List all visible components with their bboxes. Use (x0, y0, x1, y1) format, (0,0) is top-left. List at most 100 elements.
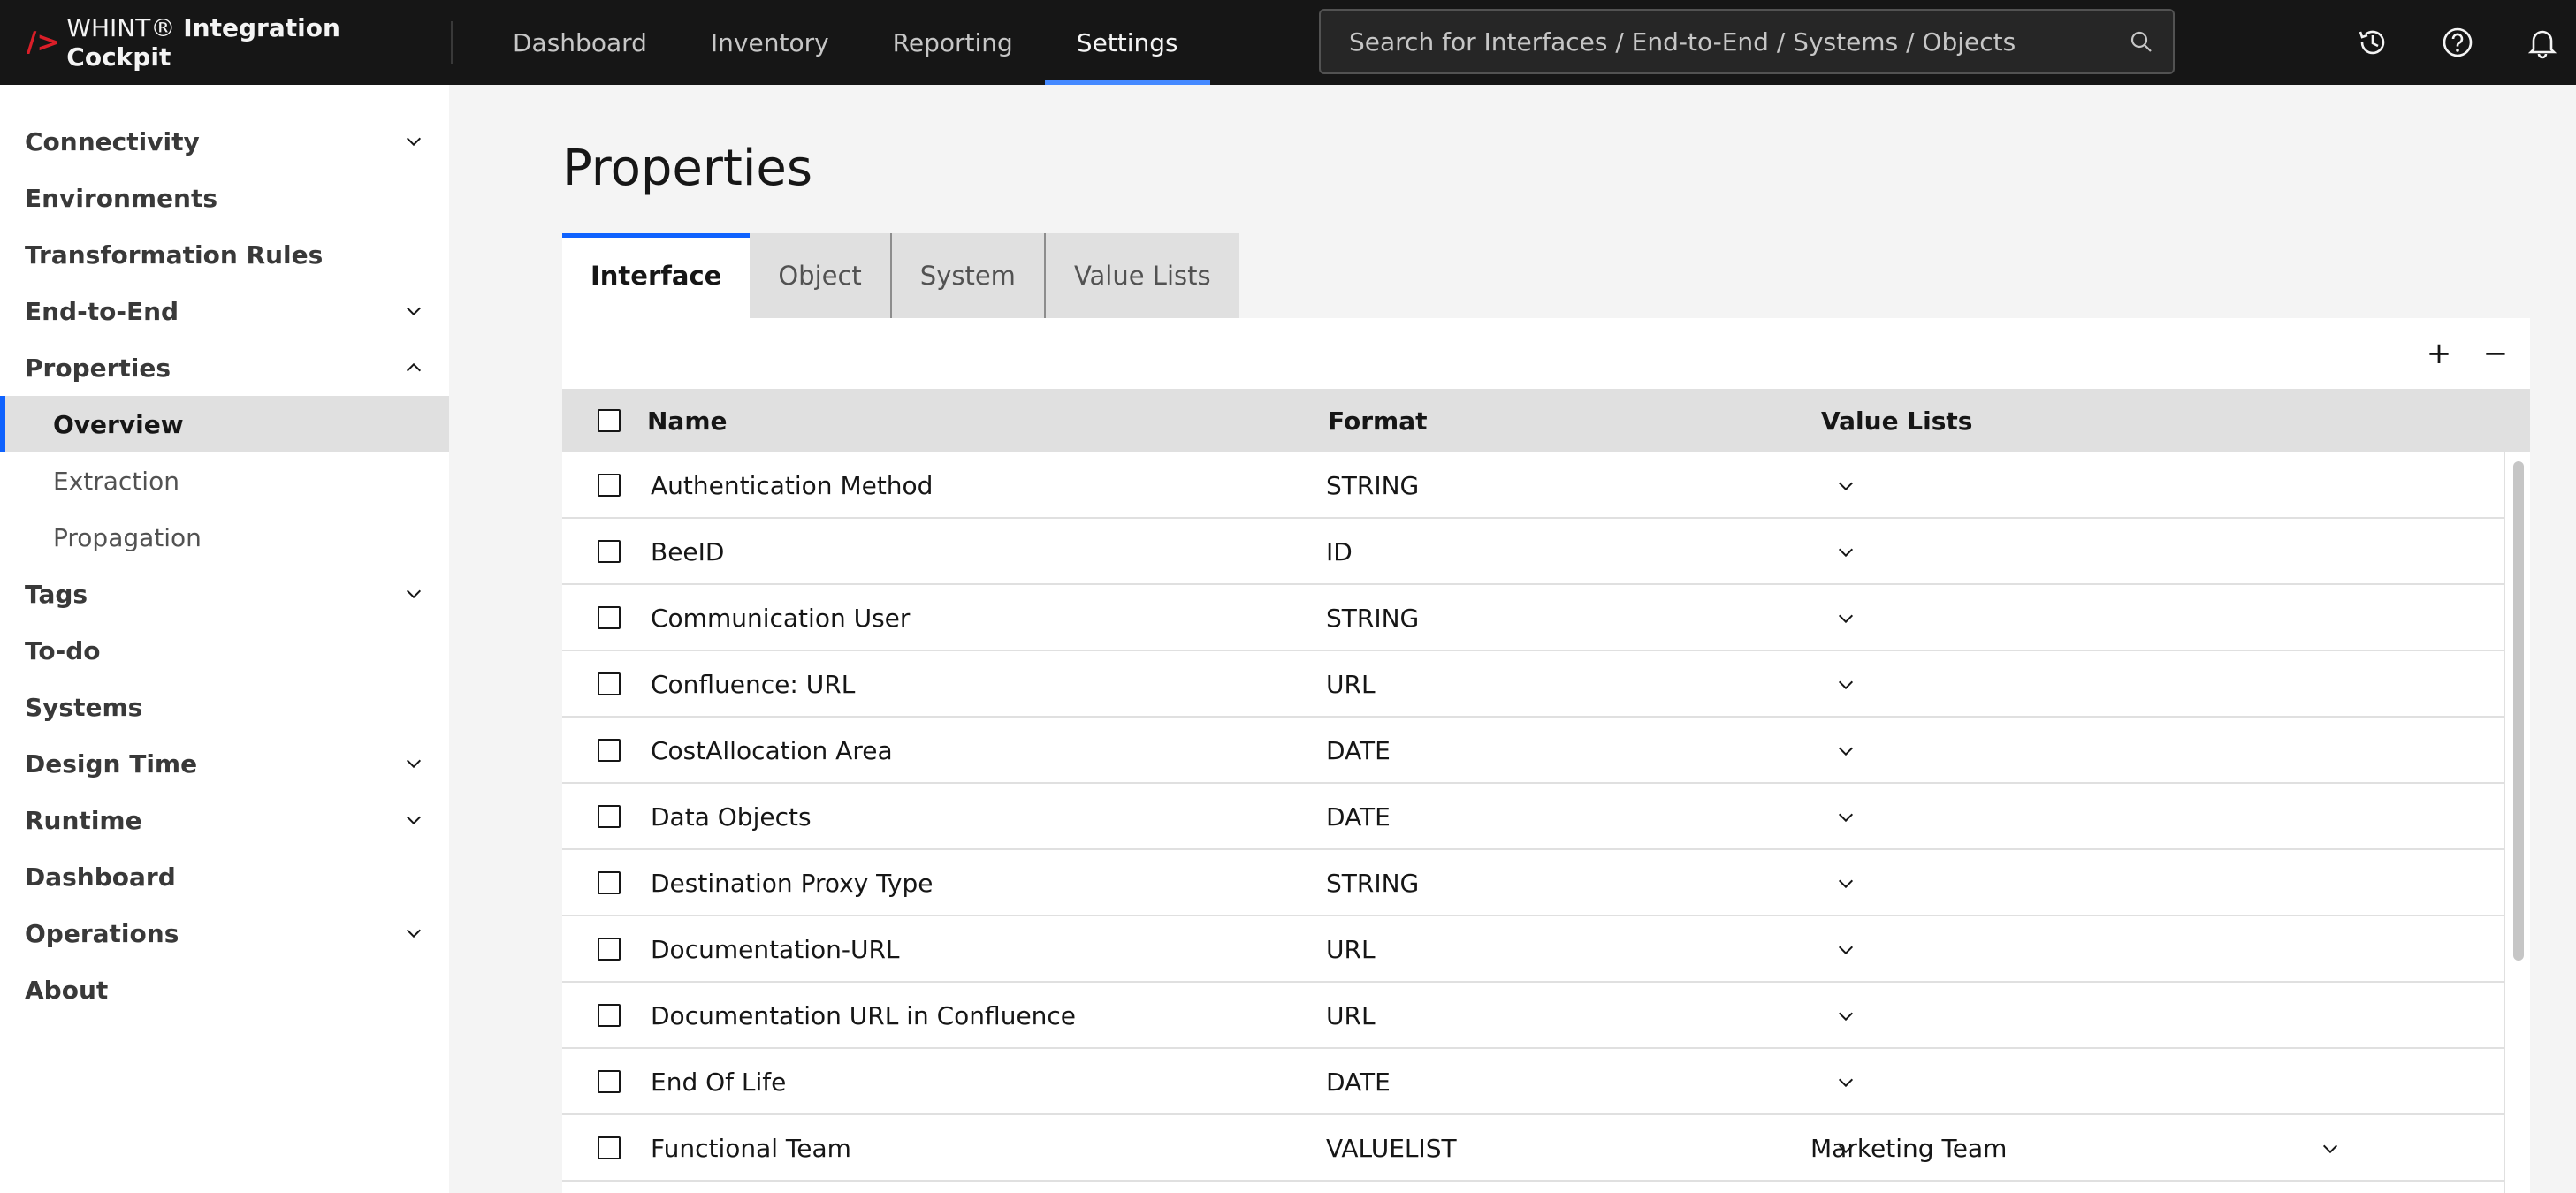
tab-value-lists[interactable]: Value Lists (1045, 233, 1239, 318)
row-checkbox[interactable] (598, 1070, 621, 1093)
chevron-down-icon[interactable] (403, 809, 424, 831)
sidebar-item-extraction[interactable]: Extraction (0, 452, 449, 509)
sidebar-item-label: Properties (25, 353, 171, 383)
row-checkbox[interactable] (598, 1136, 621, 1159)
tab-system[interactable]: System (891, 233, 1046, 318)
notification-icon[interactable] (2521, 21, 2564, 64)
search-input[interactable] (1349, 27, 2109, 57)
table-row[interactable]: End Of Life DATE (562, 1049, 2504, 1115)
chevron-down-icon[interactable] (2320, 1138, 2341, 1159)
table-row[interactable]: Documentation-URL URL (562, 916, 2504, 983)
row-checkbox[interactable] (598, 871, 621, 894)
table-row[interactable]: Communication User STRING (562, 585, 2504, 651)
table-body: Authentication Method STRING BeeID ID Commun… (562, 452, 2530, 1193)
chevron-down-icon[interactable] (1835, 674, 1856, 695)
row-checkbox[interactable] (598, 805, 621, 828)
sidebar-item-to-do[interactable]: To-do (0, 622, 449, 679)
chevron-up-icon[interactable] (403, 357, 424, 378)
search-icon[interactable] (2109, 29, 2173, 54)
sidebar-item-systems[interactable]: Systems (0, 679, 449, 735)
column-header-value-lists[interactable]: Value Lists (1821, 407, 1972, 436)
row-checkbox[interactable] (598, 739, 621, 762)
sidebar-item-label: Environments (25, 183, 218, 213)
chevron-down-icon[interactable] (403, 753, 424, 774)
select-all-checkbox[interactable] (598, 409, 621, 432)
tab-object[interactable]: Object (750, 233, 892, 318)
cell-name: Data Objects (651, 802, 812, 832)
row-checkbox[interactable] (598, 606, 621, 629)
chevron-down-icon[interactable] (1835, 873, 1856, 894)
table-row[interactable]: Destination Proxy Type STRING (562, 850, 2504, 916)
chevron-down-icon[interactable] (1835, 939, 1856, 961)
sidebar-item-dashboard[interactable]: Dashboard (0, 848, 449, 905)
chevron-down-icon[interactable] (1835, 1072, 1856, 1093)
sidebar-item-label: End-to-End (25, 296, 179, 326)
format-select[interactable]: DATE (1326, 1049, 1391, 1115)
table-row[interactable]: Data Objects DATE (562, 784, 2504, 850)
sidebar-item-operations[interactable]: Operations (0, 905, 449, 961)
table-row[interactable]: Confluence: URL URL (562, 651, 2504, 718)
sidebar-item-transformation-rules[interactable]: Transformation Rules (0, 226, 449, 283)
sidebar-item-properties[interactable]: Properties (0, 339, 449, 396)
format-select[interactable]: URL (1326, 916, 1376, 983)
column-header-format[interactable]: Format (1328, 407, 1428, 436)
sidebar-item-about[interactable]: About (0, 961, 449, 1018)
format-select[interactable]: ID (1326, 519, 1353, 585)
chevron-down-icon[interactable] (1835, 475, 1856, 497)
nav-reporting[interactable]: Reporting (861, 0, 1045, 85)
sidebar-item-propagation[interactable]: Propagation (0, 509, 449, 566)
format-select[interactable]: STRING (1326, 585, 1419, 651)
chevron-down-icon[interactable] (1835, 741, 1856, 762)
sidebar-item-label: Extraction (53, 466, 179, 496)
chevron-down-icon[interactable] (403, 131, 424, 152)
help-icon[interactable] (2436, 21, 2479, 64)
chevron-down-icon[interactable] (403, 923, 424, 944)
brand-logo[interactable]: /> WHINT® Integration Cockpit (0, 13, 453, 72)
sidebar-item-label: Connectivity (25, 126, 200, 156)
value-list-select[interactable]: Marketing Team (1810, 1115, 2007, 1182)
nav-inventory[interactable]: Inventory (679, 0, 861, 85)
vertical-scrollbar[interactable] (2504, 452, 2530, 1193)
row-checkbox[interactable] (598, 474, 621, 497)
chevron-down-icon[interactable] (403, 583, 424, 604)
global-search (1319, 9, 2175, 74)
sidebar-item-overview[interactable]: Overview (0, 396, 449, 452)
cell-name: Authentication Method (651, 471, 934, 500)
table-row[interactable]: BeeID ID (562, 519, 2504, 585)
table-row[interactable]: Authentication Method STRING (562, 452, 2504, 519)
sidebar-item-end-to-end[interactable]: End-to-End (0, 283, 449, 339)
nav-dashboard[interactable]: Dashboard (481, 0, 679, 85)
sidebar-item-design-time[interactable]: Design Time (0, 735, 449, 792)
format-select[interactable]: STRING (1326, 850, 1419, 916)
format-select[interactable]: STRING (1326, 452, 1419, 519)
chevron-down-icon[interactable] (403, 300, 424, 322)
sidebar-item-environments[interactable]: Environments (0, 170, 449, 226)
tab-interface[interactable]: Interface (562, 233, 751, 318)
table-row[interactable]: Functional Team VALUELIST Marketing Team (562, 1115, 2504, 1182)
nav-settings[interactable]: Settings (1044, 0, 1210, 85)
row-checkbox[interactable] (598, 672, 621, 695)
format-select[interactable]: VALUELIST (1326, 1115, 1457, 1182)
format-select[interactable]: URL (1326, 651, 1376, 718)
chevron-down-icon[interactable] (1835, 1006, 1856, 1027)
format-select[interactable]: DATE (1326, 718, 1391, 784)
sidebar-item-runtime[interactable]: Runtime (0, 792, 449, 848)
chevron-down-icon[interactable] (1835, 608, 1856, 629)
sidebar-item-tags[interactable]: Tags (0, 566, 449, 622)
format-select[interactable]: DATE (1326, 784, 1391, 850)
history-icon[interactable] (2351, 21, 2394, 64)
sidebar-item-connectivity[interactable]: Connectivity (0, 113, 449, 170)
table-row[interactable]: Documentation URL in Confluence URL (562, 983, 2504, 1049)
chevron-down-icon[interactable] (1835, 807, 1856, 828)
table-row[interactable]: CostAllocation Area DATE (562, 718, 2504, 784)
row-checkbox[interactable] (598, 540, 621, 563)
chevron-down-icon[interactable] (1835, 542, 1856, 563)
row-checkbox[interactable] (598, 1004, 621, 1027)
scrollbar-thumb[interactable] (2513, 461, 2524, 961)
properties-table: + − Name Format Value Lists Authenticati… (562, 318, 2530, 1193)
remove-icon[interactable]: − (2477, 335, 2514, 372)
format-select[interactable]: URL (1326, 983, 1376, 1049)
row-checkbox[interactable] (598, 938, 621, 961)
column-header-name[interactable]: Name (647, 407, 728, 436)
add-icon[interactable]: + (2420, 335, 2458, 372)
